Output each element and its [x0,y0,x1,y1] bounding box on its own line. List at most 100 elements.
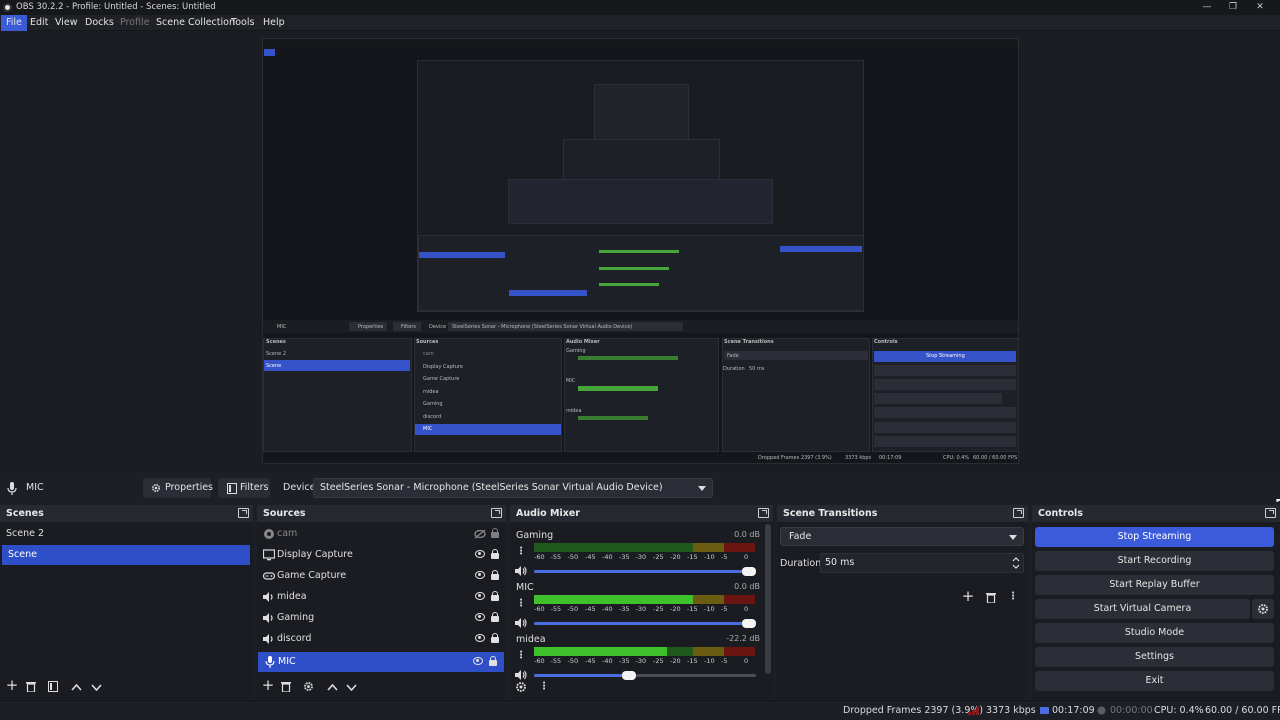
volume-slider-fill[interactable] [534,570,756,573]
lock-icon[interactable] [491,612,499,622]
start-replay-buffer-button[interactable]: Start Replay Buffer [1035,575,1274,595]
lock-icon[interactable] [491,570,499,580]
meter-zone [724,647,755,656]
undock-icon[interactable] [1013,508,1024,518]
source-item-discord[interactable]: discord [257,629,506,649]
lock-icon[interactable] [491,591,499,601]
eye-icon[interactable] [475,592,485,600]
volume-slider-fill[interactable] [534,674,637,677]
trash-icon[interactable] [26,681,36,692]
volume-slider-handle[interactable] [742,567,756,576]
menu-docks[interactable]: Docks [80,15,119,31]
mixer-channel-name: midea [516,634,546,645]
meter-tick-label: -5 [721,553,728,561]
trash-icon[interactable] [986,592,996,603]
move-down-icon[interactable] [91,684,102,691]
scene-item-selected[interactable]: Scene [2,545,250,565]
undock-icon[interactable] [491,508,502,518]
exit-button[interactable]: Exit [1035,671,1274,691]
properties-button[interactable]: Properties [143,478,213,498]
source-item-display-capture[interactable]: Display Capture [257,545,506,565]
eye-icon[interactable] [475,571,485,579]
volume-slider-handle[interactable] [742,619,756,628]
status-bar: Dropped Frames 2397 (3.9%) 3373 kbps 00:… [0,700,1280,720]
fps: 60.00 / 60.00 FPS [1205,705,1280,716]
meter-tick-label: -55 [550,657,562,665]
meter-tick-label: -30 [635,605,647,613]
filter-icon[interactable] [48,681,58,692]
restore-icon[interactable]: ❐ [1226,1,1240,14]
scene-item[interactable]: Scene 2 [0,524,253,544]
add-scene-icon[interactable]: + [4,677,20,693]
mute-speaker-icon[interactable] [515,566,527,576]
duration-input[interactable]: 50 ms [820,553,1024,573]
lock-icon[interactable] [491,633,499,643]
trash-icon[interactable] [281,681,291,692]
start-recording-button[interactable]: Start Recording [1035,551,1274,571]
move-up-icon[interactable] [71,684,82,691]
close-icon[interactable]: ✕ [1253,1,1267,14]
record-time: 00:00:00 [1110,705,1153,716]
transition-select[interactable]: Fade [780,527,1024,546]
channel-menu-icon[interactable]: ⋮ [516,597,526,611]
meter-tick-label: -10 [704,657,715,665]
meter-tick-label: -45 [585,553,596,561]
channel-menu-icon[interactable]: ⋮ [516,545,526,559]
virtual-camera-settings-button[interactable] [1252,599,1274,619]
meter-tick-label: 0 [744,605,749,613]
menu-file[interactable]: File [1,15,27,31]
gear-icon[interactable] [303,681,314,692]
undock-icon[interactable] [758,508,769,518]
dropped-frames: Dropped Frames 2397 (3.9%) [843,705,984,716]
eye-icon[interactable] [475,634,485,642]
menu-help[interactable]: Help [258,15,290,31]
transition-select-value: Fade [789,531,812,542]
filters-button[interactable]: Filters [218,478,270,498]
meter-tick-label: -25 [653,553,664,561]
lock-icon[interactable] [489,656,497,666]
minimize-icon[interactable]: — [1200,1,1214,14]
stop-streaming-button[interactable]: Stop Streaming [1035,527,1274,547]
volume-slider-fill[interactable] [534,622,756,625]
volume-slider-handle[interactable] [622,671,637,680]
source-item-midea[interactable]: midea [257,587,506,607]
preview-area[interactable]: MIC Properties Filters Device SteelSerie… [0,31,1280,472]
speaker-icon [263,634,273,644]
mute-speaker-icon[interactable] [515,618,527,628]
menu-profile[interactable]: Profile [115,15,155,31]
menu-view[interactable]: View [50,15,83,31]
transition-menu-icon[interactable]: ⋮ [1008,590,1018,604]
spinbox-arrows-icon[interactable] [1012,556,1020,570]
channel-menu-icon[interactable]: ⋮ [516,649,526,663]
eye-icon[interactable] [473,657,483,665]
settings-button[interactable]: Settings [1035,647,1274,667]
device-select[interactable]: SteelSeries Sonar - Microphone (SteelSer… [313,478,713,498]
move-up-icon[interactable] [327,684,338,691]
source-item-game-capture[interactable]: Game Capture [257,566,506,586]
add-transition-icon[interactable]: + [960,588,976,604]
volume-slider-track[interactable] [636,674,756,677]
undock-icon[interactable] [1265,508,1276,518]
meter-tick-label: -55 [550,605,562,613]
source-item-mic[interactable]: MIC [258,652,504,672]
eye-icon[interactable] [475,550,485,558]
eye-hidden-icon[interactable] [474,529,486,539]
lock-icon[interactable] [491,528,499,538]
lock-icon[interactable] [491,549,499,559]
sources-dock-header: Sources [257,505,506,522]
preview-canvas[interactable]: MIC Properties Filters Device SteelSerie… [262,38,1019,464]
eye-icon[interactable] [475,613,485,621]
menu-tools[interactable]: Tools [226,15,259,31]
undock-icon[interactable] [238,508,249,518]
controls-dock-header: Controls [1032,505,1280,522]
meter-tick-label: -25 [653,657,664,665]
source-item-gaming[interactable]: Gaming [257,608,506,628]
start-virtual-camera-button[interactable]: Start Virtual Camera [1035,599,1250,619]
add-source-icon[interactable]: + [260,677,276,693]
controls-dock: Controls Stop Streaming Start Recording … [1032,505,1280,699]
source-item-cam[interactable]: cam [257,524,506,544]
mute-speaker-icon[interactable] [515,670,527,680]
move-down-icon[interactable] [346,684,357,691]
meter-tick-label: -35 [619,605,630,613]
studio-mode-button[interactable]: Studio Mode [1035,623,1274,643]
